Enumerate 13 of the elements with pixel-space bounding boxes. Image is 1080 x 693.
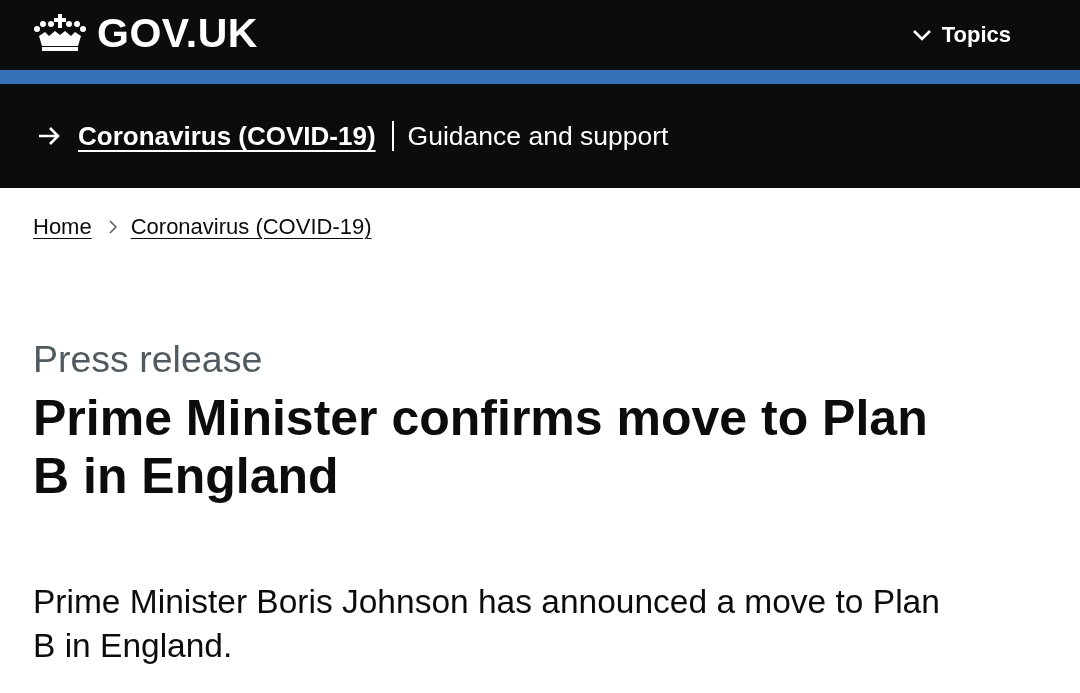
- topics-menu-button[interactable]: Topics: [911, 18, 1011, 48]
- chevron-right-icon: [108, 220, 117, 234]
- crown-icon: [33, 14, 87, 52]
- lede-paragraph: Prime Minister Boris Johnson has announced a move to Plan B in England.: [33, 582, 941, 666]
- banner-text: Guidance and support: [406, 121, 669, 151]
- chevron-down-icon: [911, 29, 932, 41]
- page-caption: Press release: [33, 337, 263, 381]
- arrow-right-icon: [38, 127, 61, 145]
- breadcrumb-link[interactable]: Coronavirus (COVID-19): [130, 212, 372, 242]
- breadcrumb-link[interactable]: Home: [33, 212, 92, 242]
- logo-link[interactable]: GOV.UK: [33, 12, 258, 54]
- page-title: Prime Minister confirms move to Plan B in England: [33, 389, 929, 505]
- topic-link[interactable]: Coronavirus (COVID-19): [78, 121, 394, 151]
